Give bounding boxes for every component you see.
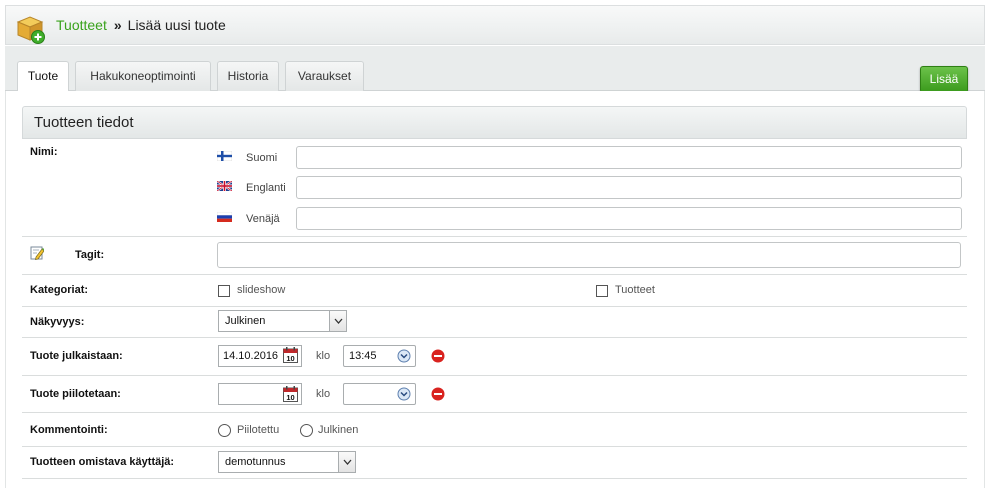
name-label: Nimi:: [30, 146, 58, 158]
commenting-label: Kommentointi:: [30, 424, 108, 436]
hide-label: Tuote piilotetaan:: [30, 388, 121, 400]
lang-label-english: Englanti: [246, 182, 286, 194]
row-divider: [22, 236, 967, 237]
publish-at-label: klo: [316, 350, 331, 362]
tab-bar: Tuote Hakukoneoptimointi Historia Varauk…: [5, 46, 985, 92]
page-header: Tuotteet » Lisää uusi tuote: [5, 5, 985, 45]
tab-product[interactable]: Tuote: [17, 61, 69, 92]
category-checkbox-products[interactable]: [596, 285, 608, 297]
visibility-label: Näkyvyys:: [30, 316, 85, 328]
tab-reservations[interactable]: Varaukset: [285, 61, 364, 91]
page-title: Lisää uusi tuote: [127, 17, 226, 33]
commenting-label-public: Julkinen: [318, 424, 359, 436]
calendar-icon[interactable]: 10: [283, 386, 298, 402]
calendar-icon[interactable]: 10: [283, 347, 298, 363]
row-divider: [22, 412, 967, 413]
product-box-icon: [16, 16, 45, 44]
category-label-products: Tuotteet: [615, 284, 655, 296]
tab-seo[interactable]: Hakukoneoptimointi: [75, 61, 211, 91]
name-input-english[interactable]: [296, 176, 962, 199]
breadcrumb-link-products[interactable]: Tuotteet: [56, 17, 107, 33]
publish-date-value: 14.10.2016: [223, 350, 279, 362]
owner-select[interactable]: demotunnus: [218, 451, 356, 473]
row-divider: [22, 306, 967, 307]
row-divider: [22, 446, 967, 447]
publish-time-select[interactable]: 13:45: [343, 345, 416, 367]
breadcrumb: Tuotteet » Lisää uusi tuote: [56, 17, 226, 33]
publish-label: Tuote julkaistaan:: [30, 350, 123, 362]
tags-label: Tagit:: [75, 249, 105, 261]
tags-input[interactable]: [217, 242, 961, 268]
uk-flag-icon: [217, 181, 232, 191]
add-button[interactable]: Lisää: [920, 66, 968, 93]
hide-time-select[interactable]: [343, 383, 416, 405]
chevron-down-icon: [397, 349, 411, 363]
row-divider: [22, 274, 967, 275]
calendar-day: 10: [286, 354, 294, 363]
russia-flag-icon: [217, 212, 232, 222]
chevron-down-icon: [397, 387, 411, 401]
visibility-value: Julkinen: [225, 315, 266, 327]
chevron-down-icon: [329, 311, 346, 331]
category-checkbox-slideshow[interactable]: [218, 285, 230, 297]
owner-value: demotunnus: [225, 456, 286, 468]
category-label-slideshow: slideshow: [237, 284, 286, 296]
commenting-label-hidden: Piilotettu: [237, 424, 280, 436]
edit-pencil-icon: [30, 246, 44, 260]
publish-time-value: 13:45: [349, 350, 377, 362]
row-divider: [22, 337, 967, 338]
remove-icon[interactable]: [431, 349, 445, 363]
name-input-finnish[interactable]: [296, 146, 962, 169]
tab-history[interactable]: Historia: [217, 61, 279, 91]
calendar-day: 10: [286, 393, 294, 402]
row-divider: [22, 375, 967, 376]
breadcrumb-separator: »: [113, 17, 122, 33]
section-title: Tuotteen tiedot: [22, 106, 967, 139]
hide-at-label: klo: [316, 388, 331, 400]
name-input-russian[interactable]: [296, 207, 962, 230]
lang-label-russian: Venäjä: [246, 213, 280, 225]
chevron-down-icon: [338, 452, 355, 472]
owner-label: Tuotteen omistava käyttäjä:: [30, 456, 175, 468]
commenting-radio-public[interactable]: [300, 424, 313, 437]
lang-label-finnish: Suomi: [246, 152, 278, 164]
finland-flag-icon: [217, 151, 232, 161]
row-divider: [22, 478, 967, 479]
commenting-radio-hidden[interactable]: [218, 424, 231, 437]
visibility-select[interactable]: Julkinen: [218, 310, 347, 332]
categories-label: Kategoriat:: [30, 284, 89, 296]
remove-icon[interactable]: [431, 387, 445, 401]
